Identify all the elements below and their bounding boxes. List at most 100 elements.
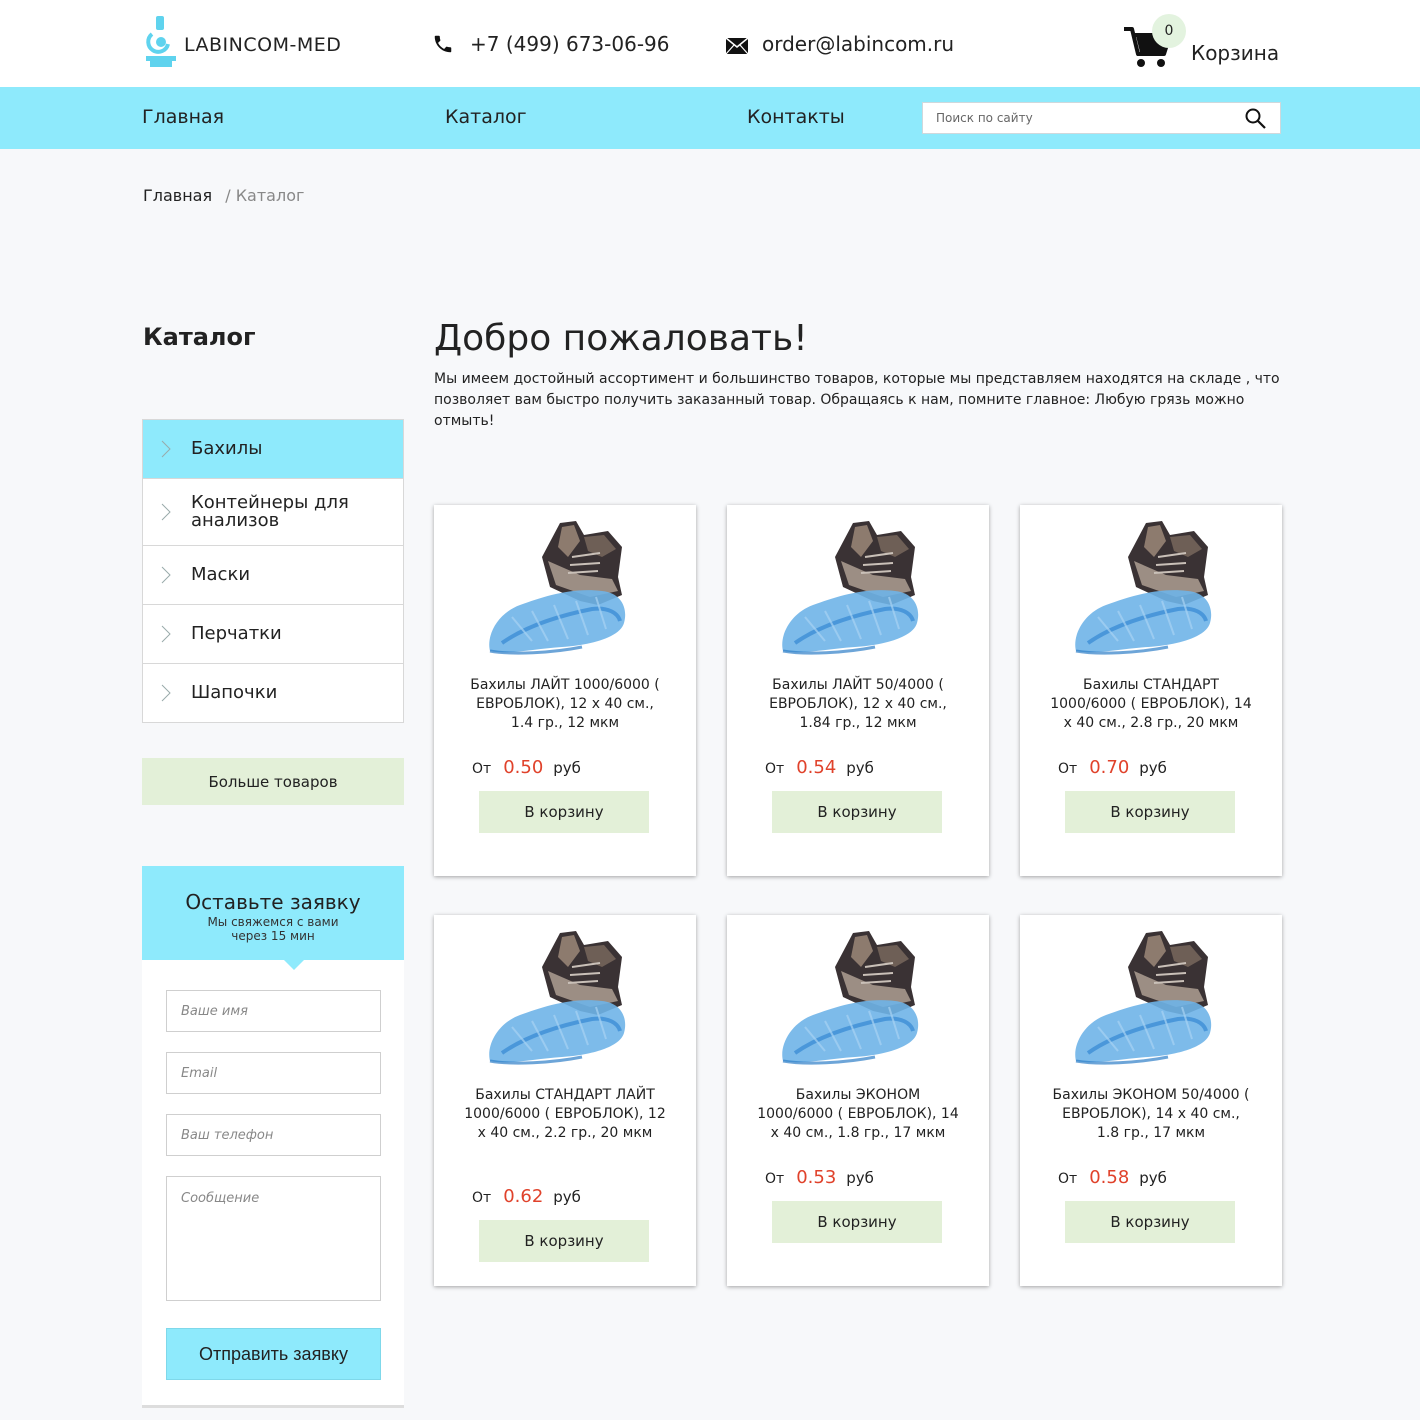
category-list: Бахилы Контейнеры для анализов Маски Пер… [142, 419, 404, 723]
search-input[interactable] [923, 103, 1223, 133]
envelope-icon [726, 38, 748, 54]
price-value: 0.62 [503, 1186, 544, 1207]
price-prefix: От [472, 761, 492, 777]
product-price: От 0.70 руб [1058, 757, 1167, 778]
price-value: 0.70 [1089, 757, 1130, 778]
add-to-cart-button[interactable]: В корзину [479, 1220, 649, 1262]
add-to-cart-button[interactable]: В корзину [772, 1201, 942, 1243]
message-field[interactable] [166, 1176, 381, 1301]
submit-request-button[interactable]: Отправить заявку [166, 1328, 381, 1380]
add-to-cart-button[interactable]: В корзину [1065, 1201, 1235, 1243]
product-name[interactable]: Бахилы СТАНДАРТ ЛАЙТ 1000/6000 ( ЕВРОБЛО… [464, 1086, 666, 1143]
name-field[interactable] [166, 990, 381, 1032]
price-prefix: От [765, 761, 785, 777]
price-prefix: От [472, 1190, 492, 1206]
search-icon[interactable] [1245, 108, 1266, 129]
product-image[interactable] [472, 927, 658, 1075]
request-form-subtitle-line1: Мы свяжемся с вами [207, 915, 339, 929]
category-item-masks[interactable]: Маски [143, 546, 403, 605]
category-label: Контейнеры для анализов [191, 492, 349, 531]
product-name[interactable]: Бахилы ЛАЙТ 1000/6000 ( ЕВРОБЛОК), 12 х … [464, 676, 666, 733]
nav-item-contacts[interactable]: Контакты [747, 106, 845, 128]
add-to-cart-button[interactable]: В корзину [479, 791, 649, 833]
price-value: 0.54 [796, 757, 837, 778]
product-card: Бахилы СТАНДАРТ 1000/6000 ( ЕВРОБЛОК), 1… [1020, 505, 1282, 876]
price-currency: руб [553, 1188, 581, 1206]
logo[interactable]: LABINCOM-MED [142, 16, 341, 68]
product-name[interactable]: Бахилы ЭКОНОМ 50/4000 ( ЕВРОБЛОК), 14 х … [1050, 1086, 1252, 1143]
product-price: От 0.58 руб [1058, 1167, 1167, 1188]
price-currency: руб [553, 759, 581, 777]
category-item-gloves[interactable]: Перчатки [143, 605, 403, 664]
category-item-caps[interactable]: Шапочки [143, 664, 403, 722]
request-form-title: Оставьте заявку [185, 890, 361, 914]
product-card: Бахилы ЛАЙТ 1000/6000 ( ЕВРОБЛОК), 12 х … [434, 505, 696, 876]
chevron-right-icon [153, 498, 179, 526]
price-prefix: От [765, 1171, 785, 1187]
price-prefix: От [1058, 761, 1078, 777]
breadcrumb-current: Каталог [235, 186, 305, 205]
price-currency: руб [1139, 759, 1167, 777]
product-image[interactable] [765, 927, 951, 1075]
product-image[interactable] [1058, 517, 1244, 665]
cart-link[interactable]: 0 Корзина [1124, 14, 1284, 74]
welcome-title: Добро пожаловать! [434, 318, 808, 359]
sidebar-title: Каталог [143, 323, 256, 351]
header-email[interactable]: order@labincom.ru [726, 32, 954, 56]
request-form-header: Оставьте заявку Мы свяжемся с вами через… [142, 866, 404, 970]
price-currency: руб [1139, 1169, 1167, 1187]
nav-item-catalog[interactable]: Каталог [445, 106, 527, 128]
add-to-cart-button[interactable]: В корзину [1065, 791, 1235, 833]
product-price: От 0.50 руб [472, 757, 581, 778]
category-item-containers[interactable]: Контейнеры для анализов [143, 479, 403, 546]
welcome-text: Мы имеем достойный ассортимент и большин… [434, 371, 1280, 429]
more-products-button[interactable]: Больше товаров [142, 758, 404, 805]
email-field[interactable] [166, 1052, 381, 1094]
request-form: Оставьте заявку Мы свяжемся с вами через… [142, 866, 404, 1408]
phone-field[interactable] [166, 1114, 381, 1156]
product-image[interactable] [472, 517, 658, 665]
header-phone[interactable]: +7 (499) 673-06-96 [432, 32, 669, 56]
site-header: LABINCOM-MED +7 (499) 673-06-96 order@la… [0, 0, 1420, 87]
chevron-right-icon [153, 679, 179, 707]
nav-item-home[interactable]: Главная [142, 106, 224, 128]
price-currency: руб [846, 1169, 874, 1187]
cart-count-badge: 0 [1152, 14, 1186, 48]
product-name[interactable]: Бахилы ЛАЙТ 50/4000 ( ЕВРОБЛОК), 12 х 40… [757, 676, 959, 733]
product-image[interactable] [1058, 927, 1244, 1075]
chevron-right-icon [153, 620, 179, 648]
request-form-subtitle-line2: через 15 мин [231, 929, 315, 943]
product-card: Бахилы ЭКОНОМ 50/4000 ( ЕВРОБЛОК), 14 х … [1020, 915, 1282, 1286]
chevron-right-icon [153, 561, 179, 589]
cart-label: Корзина [1191, 41, 1280, 65]
add-to-cart-button[interactable]: В корзину [772, 791, 942, 833]
product-price: От 0.54 руб [765, 757, 874, 778]
price-value: 0.50 [503, 757, 544, 778]
price-value: 0.58 [1089, 1167, 1130, 1188]
email-address: order@labincom.ru [762, 32, 955, 56]
microscope-icon [146, 16, 176, 67]
price-prefix: От [1058, 1171, 1078, 1187]
chevron-right-icon [153, 435, 179, 463]
product-card: Бахилы ЛАЙТ 50/4000 ( ЕВРОБЛОК), 12 х 40… [727, 505, 989, 876]
search-box [922, 102, 1281, 134]
breadcrumb-separator: / [225, 186, 231, 205]
product-price: От 0.62 руб [472, 1186, 581, 1207]
logo-text: LABINCOM-MED [184, 34, 342, 56]
breadcrumb: Главная / Каталог [143, 186, 304, 205]
phone-number: +7 (499) 673-06-96 [470, 32, 670, 56]
product-name[interactable]: Бахилы СТАНДАРТ 1000/6000 ( ЕВРОБЛОК), 1… [1050, 676, 1252, 733]
product-card: Бахилы ЭКОНОМ 1000/6000 ( ЕВРОБЛОК), 14 … [727, 915, 989, 1286]
product-price: От 0.53 руб [765, 1167, 874, 1188]
breadcrumb-home[interactable]: Главная [143, 186, 212, 205]
product-card: Бахилы СТАНДАРТ ЛАЙТ 1000/6000 ( ЕВРОБЛО… [434, 915, 696, 1286]
category-item-bakhily[interactable]: Бахилы [143, 420, 403, 479]
product-image[interactable] [765, 517, 951, 665]
main-nav: Главная Каталог Контакты [0, 87, 1420, 149]
category-label: Перчатки [191, 623, 282, 644]
price-currency: руб [846, 759, 874, 777]
price-value: 0.53 [796, 1167, 837, 1188]
product-name[interactable]: Бахилы ЭКОНОМ 1000/6000 ( ЕВРОБЛОК), 14 … [757, 1086, 959, 1143]
category-label: Маски [191, 564, 251, 585]
category-label: Шапочки [191, 682, 278, 703]
